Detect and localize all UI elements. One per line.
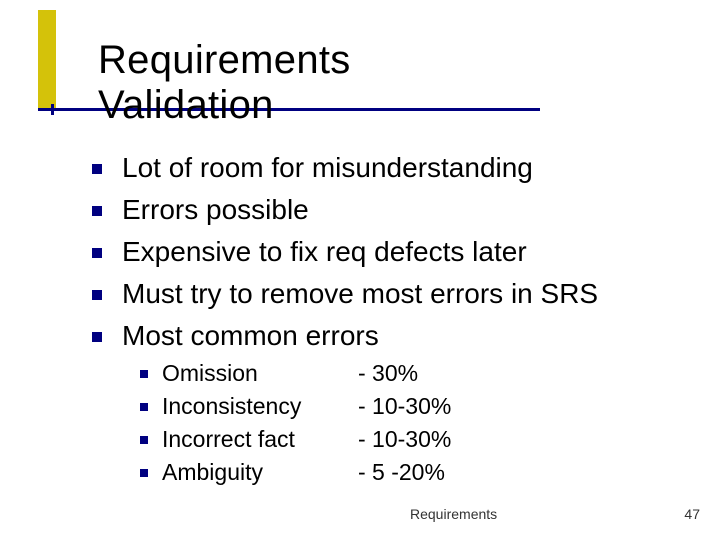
- square-bullet-icon: [92, 206, 102, 216]
- bullet-text: Most common errors: [122, 317, 379, 355]
- error-type-value: - 10-30%: [358, 391, 451, 422]
- error-type-value: - 30%: [358, 358, 418, 389]
- list-item: Expensive to fix req defects later: [92, 233, 598, 271]
- list-item: Errors possible: [92, 191, 598, 229]
- bullet-text: Expensive to fix req defects later: [122, 233, 527, 271]
- bullet-text: Errors possible: [122, 191, 309, 229]
- level2-bullet-list: Omission - 30% Inconsistency - 10-30% In…: [140, 358, 451, 490]
- bullet-text: Must try to remove most errors in SRS: [122, 275, 598, 313]
- list-item: Most common errors: [92, 317, 598, 355]
- error-type-value: - 5 -20%: [358, 457, 445, 488]
- square-bullet-icon: [140, 436, 148, 444]
- square-bullet-icon: [92, 248, 102, 258]
- list-item: Ambiguity - 5 -20%: [140, 457, 451, 488]
- square-bullet-icon: [92, 332, 102, 342]
- error-type-label: Inconsistency: [162, 391, 358, 422]
- list-item: Lot of room for misunderstanding: [92, 149, 598, 187]
- bullet-text: Lot of room for misunderstanding: [122, 149, 533, 187]
- error-type-label: Omission: [162, 358, 358, 389]
- square-bullet-icon: [92, 164, 102, 174]
- error-type-label: Ambiguity: [162, 457, 358, 488]
- list-item: Inconsistency - 10-30%: [140, 391, 451, 422]
- slide-title: Requirements Validation: [98, 38, 351, 128]
- square-bullet-icon: [92, 290, 102, 300]
- error-type-label: Incorrect fact: [162, 424, 358, 455]
- square-bullet-icon: [140, 403, 148, 411]
- footer-label: Requirements: [410, 506, 497, 522]
- list-item: Omission - 30%: [140, 358, 451, 389]
- slide: Requirements Validation Lot of room for …: [0, 0, 720, 540]
- error-type-value: - 10-30%: [358, 424, 451, 455]
- list-item: Incorrect fact - 10-30%: [140, 424, 451, 455]
- square-bullet-icon: [140, 370, 148, 378]
- title-accent-bar: [38, 10, 56, 108]
- square-bullet-icon: [140, 469, 148, 477]
- list-item: Must try to remove most errors in SRS: [92, 275, 598, 313]
- footer-page-number: 47: [684, 506, 700, 522]
- level1-bullet-list: Lot of room for misunderstanding Errors …: [92, 149, 598, 359]
